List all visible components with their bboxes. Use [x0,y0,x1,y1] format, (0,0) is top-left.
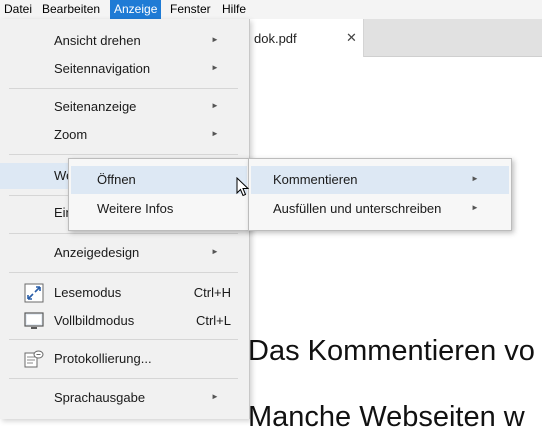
document-text-line: Manche Webseiten w [248,401,525,433]
menu-item-label: Zoom [54,127,88,142]
document-area: Das Kommentieren vo Manche Webseiten w [248,57,542,433]
menu-item-ansicht-drehen[interactable]: Ansicht drehen ► [0,28,249,54]
menu-item-sprachausgabe[interactable]: Sprachausgabe ► [0,385,249,411]
menu-bearbeiten[interactable]: Bearbeiten [38,0,104,19]
menu-separator [9,154,238,155]
menu-bar: Datei Bearbeiten Anzeige Fenster Hilfe [0,0,542,20]
menu-item-label: Lesemodus [54,285,122,300]
menu-item-zoom[interactable]: Zoom ► [0,122,249,148]
chevron-right-icon: ► [211,129,219,138]
document-tab[interactable]: dok.pdf ✕ [248,19,364,57]
menu-datei[interactable]: Datei [0,0,36,19]
menu-anzeige[interactable]: Anzeige [110,0,162,19]
tab-title: dok.pdf [254,31,297,46]
chevron-right-icon: ► [211,247,219,256]
menu-item-seitenanzeige[interactable]: Seitenanzeige ► [0,94,249,120]
menu-item-label: Ausfüllen und unterschreiben [273,201,442,216]
open-submenu: Kommentieren ► Ausfüllen und unterschrei… [248,158,512,231]
menu-item-label: Sprachausgabe [54,390,146,405]
mouse-cursor-icon [236,176,250,197]
menu-item-label: Anzeigedesign [54,245,140,260]
menu-item-label: Vollbildmodus [54,313,135,328]
logging-icon [24,349,44,369]
menu-item-label: Protokollierung... [54,351,152,366]
chevron-right-icon: ► [211,392,219,401]
tab-strip: dok.pdf ✕ [248,19,542,57]
menu-item-label: Seitenanzeige [54,99,137,114]
menu-item-label: Öffnen [97,172,136,187]
fullscreen-icon [24,311,44,331]
menu-item-lesemodus[interactable]: Lesemodus Ctrl+H [0,280,249,306]
menu-separator [9,88,238,89]
close-icon[interactable]: ✕ [346,30,357,46]
menu-item-label: Weitere Infos [97,201,174,216]
menu-fenster[interactable]: Fenster [166,0,215,19]
menu-item-ausfuellen-unterschreiben[interactable]: Ausfüllen und unterschreiben ► [251,195,509,223]
menu-separator [9,339,238,340]
chevron-right-icon: ► [471,174,479,183]
menu-item-anzeigedesign[interactable]: Anzeigedesign ► [0,240,249,266]
menu-item-weitere-infos[interactable]: Weitere Infos [71,195,247,223]
menu-item-kommentieren[interactable]: Kommentieren ► [251,166,509,194]
menu-item-label: Ansicht drehen [54,33,141,48]
chevron-right-icon: ► [211,63,219,72]
web-submenu: Öffnen Weitere Infos [68,158,250,231]
chevron-right-icon: ► [211,35,219,44]
menu-hilfe[interactable]: Hilfe [218,0,250,19]
menu-item-seitennavigation[interactable]: Seitennavigation ► [0,56,249,82]
chevron-right-icon: ► [211,101,219,110]
menu-separator [9,378,238,379]
menu-separator [9,272,238,273]
menu-item-protokollierung[interactable]: Protokollierung... [0,346,249,372]
chevron-right-icon: ► [471,203,479,212]
menu-separator [9,233,238,234]
document-text-line: Das Kommentieren vo [248,335,535,367]
menu-item-vollbildmodus[interactable]: Vollbildmodus Ctrl+L [0,308,249,334]
shortcut-label: Ctrl+H [193,285,231,300]
shortcut-label: Ctrl+L [195,313,231,328]
menu-item-label: Kommentieren [273,172,358,187]
reading-mode-icon [24,283,44,303]
menu-item-label: Seitennavigation [54,61,151,76]
menu-item-oeffnen[interactable]: Öffnen [71,166,247,194]
